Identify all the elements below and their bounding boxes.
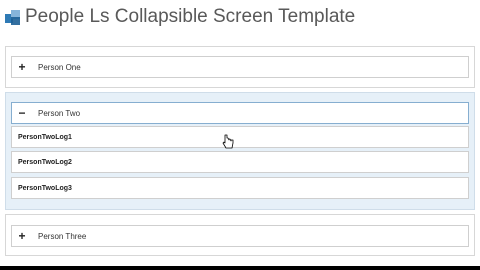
list-item[interactable]: PersonTwoLog2 (11, 151, 469, 173)
list-item[interactable]: PersonTwoLog3 (11, 177, 469, 199)
list-item[interactable]: PersonTwoLog1 (11, 126, 469, 148)
group-person-three: + Person Three (5, 214, 475, 256)
group-label: Person Two (38, 108, 81, 118)
page-title: People Ls Collapsible Screen Template (25, 6, 356, 27)
collapse-icon[interactable]: − (17, 107, 27, 119)
expand-icon[interactable]: + (17, 61, 27, 73)
hand-cursor-icon (222, 134, 234, 149)
group-header-person-one[interactable]: + Person One (11, 56, 469, 78)
list-item-label: PersonTwoLog3 (18, 184, 72, 192)
group-person-two: − Person Two PersonTwoLog1 PersonTwoLog2… (5, 92, 475, 210)
group-label: Person One (38, 62, 81, 72)
window-bottom-edge (0, 266, 480, 270)
app-logo-icon (5, 10, 21, 26)
list-item-label: PersonTwoLog1 (18, 133, 72, 141)
group-label: Person Three (38, 231, 87, 241)
group-header-person-three[interactable]: + Person Three (11, 225, 469, 247)
expand-icon[interactable]: + (17, 230, 27, 242)
group-header-person-two[interactable]: − Person Two (11, 102, 469, 124)
list-item-label: PersonTwoLog2 (18, 158, 72, 166)
group-person-one: + Person One (5, 46, 475, 88)
app-header: People Ls Collapsible Screen Template (0, 0, 480, 38)
